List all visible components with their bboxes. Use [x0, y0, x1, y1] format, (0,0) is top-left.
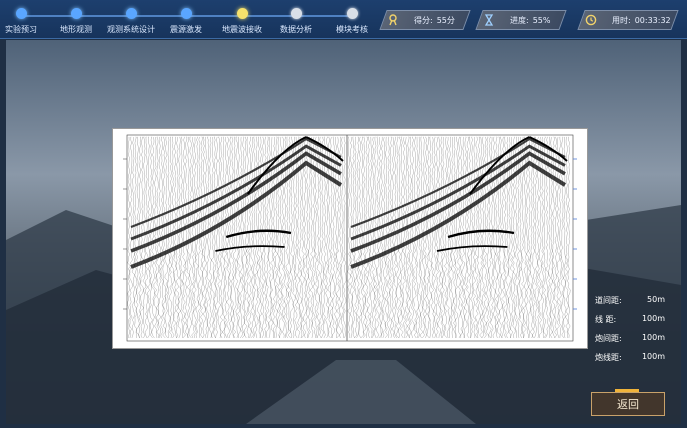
- step-dot: [70, 8, 82, 19]
- info-row-line-spacing: 线 距: 100m: [595, 314, 665, 333]
- info-row-shot-spacing: 炮间距: 100m: [595, 333, 665, 352]
- info-label: 炮间距:: [595, 334, 622, 343]
- step-dot: [346, 8, 358, 19]
- step-dot: [290, 8, 302, 19]
- time-value: 00:33:32: [634, 15, 671, 25]
- info-value: 100m: [641, 333, 665, 342]
- survey-parameters: 道间距: 50m 线 距: 100m 炮间距: 100m 炮线距: 100m: [595, 295, 665, 371]
- progress-label: 进度:: [510, 15, 529, 25]
- info-row-shot-line-spacing: 炮线距: 100m: [595, 352, 665, 371]
- main-scene: [6, 40, 681, 424]
- score-label: 得分:: [414, 15, 433, 25]
- step-exam[interactable]: 模块考核: [315, 8, 389, 35]
- step-dot: [125, 8, 137, 19]
- step-dot: [180, 8, 192, 19]
- info-value: 100m: [641, 352, 665, 361]
- seismic-traces: [123, 134, 577, 342]
- info-value: 100m: [641, 314, 665, 323]
- medal-icon: [384, 11, 402, 29]
- score-panel: 得分: 55分: [379, 10, 471, 30]
- time-panel: 用时: 00:33:32: [577, 10, 679, 30]
- step-dot-current: [236, 8, 248, 19]
- time-label: 用时:: [612, 15, 631, 25]
- info-value: 50m: [647, 295, 665, 304]
- hourglass-icon: [480, 11, 498, 29]
- info-label: 线 距:: [595, 315, 617, 324]
- info-label: 炮线距:: [595, 353, 622, 362]
- seismic-record-image: [112, 128, 588, 349]
- info-label: 道间距:: [595, 296, 622, 305]
- score-value: 55分: [436, 15, 455, 25]
- progress-panel: 进度: 55%: [475, 10, 567, 30]
- step-label: 模块考核: [336, 25, 368, 34]
- progress-value: 55%: [532, 15, 551, 25]
- info-row-trace-spacing: 道间距: 50m: [595, 295, 665, 314]
- clock-icon: [582, 11, 600, 29]
- step-dot: [15, 8, 27, 19]
- top-progress-bar: 实验预习 地形观测 观测系统设计 震源激发 地震波接收 数据分析 模块考核 得分…: [0, 0, 687, 39]
- back-button[interactable]: 返回: [591, 392, 665, 416]
